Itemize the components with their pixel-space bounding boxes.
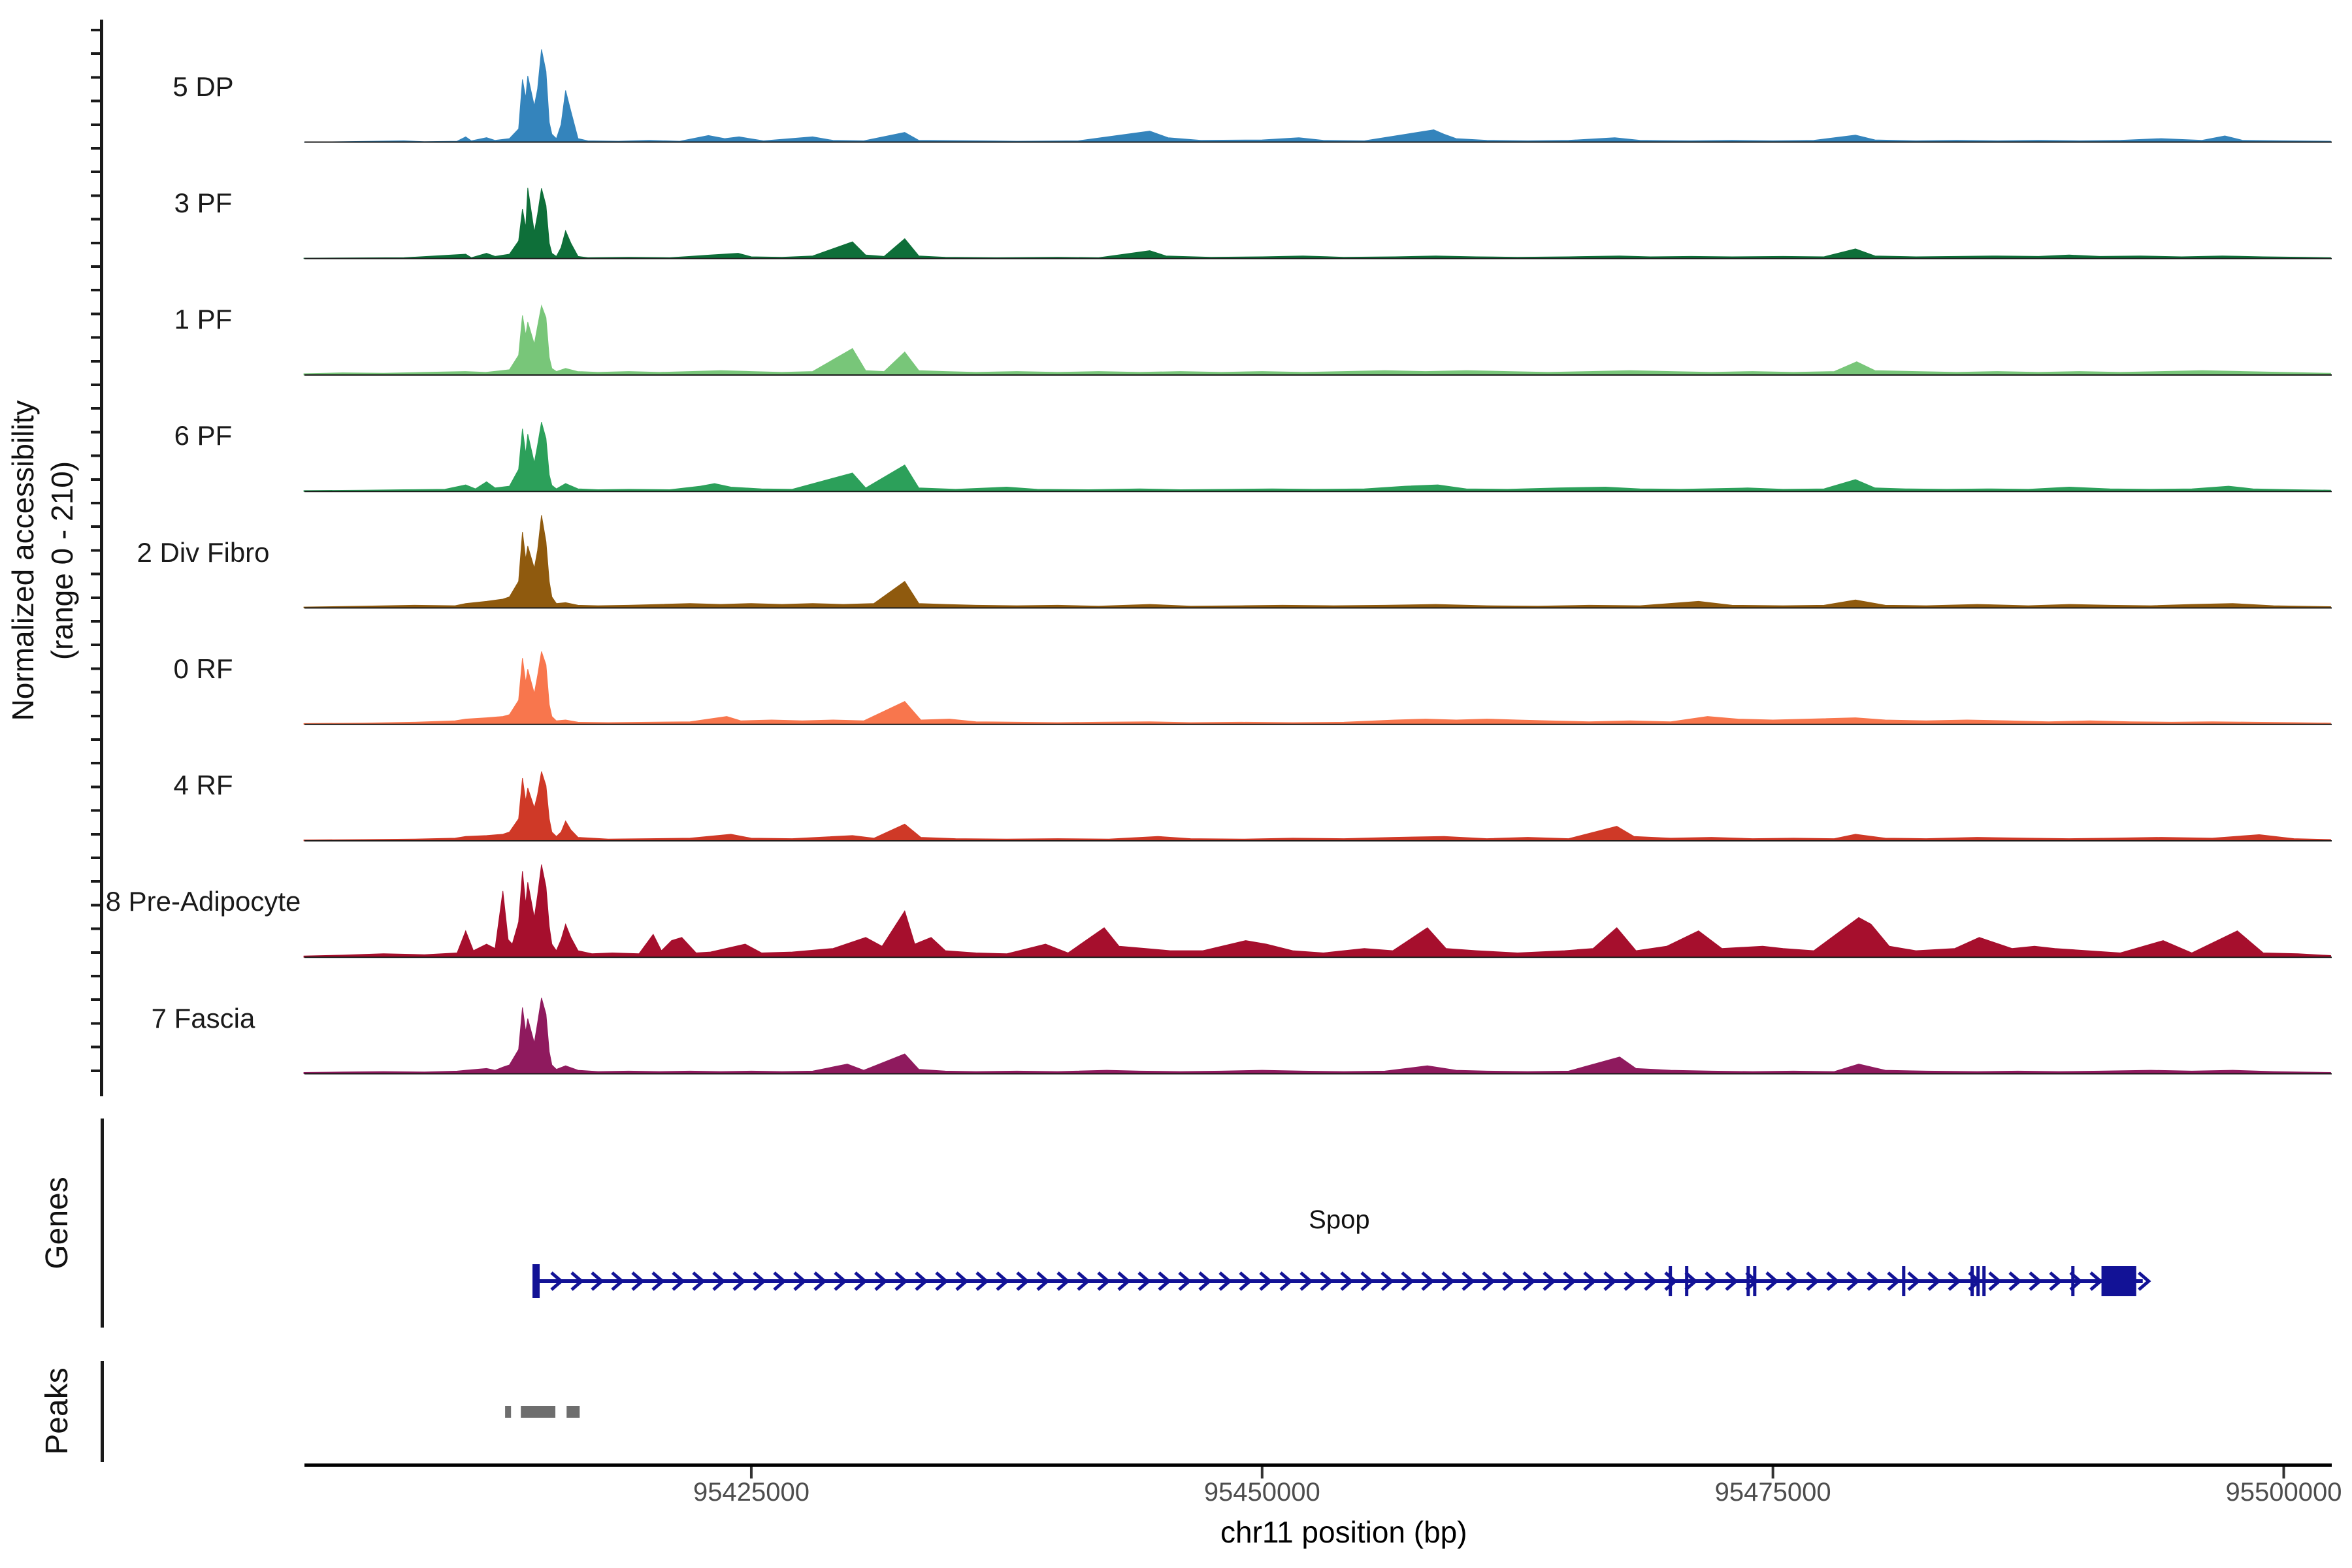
coverage-plot-canvas xyxy=(0,0,2352,1568)
x-axis-tick xyxy=(1772,1467,1774,1478)
gene-exon-tick xyxy=(1976,1266,1980,1296)
gene-exon-tick xyxy=(1902,1266,1905,1296)
x-tick-label-95475000: 95475000 xyxy=(1669,1478,1878,1507)
track-label-4-rf: 4 RF xyxy=(103,768,303,803)
track-label-3-pf: 3 PF xyxy=(103,186,303,221)
gene-exon-tick xyxy=(1669,1266,1672,1296)
track-label-7-fascia: 7 Fascia xyxy=(103,1001,303,1036)
coverage-signal-6-pf xyxy=(304,422,2330,491)
x-axis-tick xyxy=(750,1467,753,1478)
x-tick-label-95450000: 95450000 xyxy=(1158,1478,1367,1507)
peak-interval xyxy=(521,1406,555,1418)
peak-interval xyxy=(505,1406,511,1418)
track-label-6-pf: 6 PF xyxy=(103,418,303,453)
coverage-signal-0-rf xyxy=(304,651,2330,725)
gene-exon-tick xyxy=(1685,1266,1688,1296)
coverage-signal-2-div-fibro xyxy=(304,515,2330,608)
x-tick-label-95425000: 95425000 xyxy=(647,1478,856,1507)
gene-exon-tick xyxy=(2071,1266,2074,1296)
gene-start-exon xyxy=(532,1264,540,1298)
gene-exon-tick xyxy=(1753,1266,1756,1296)
gene-terminal-exon xyxy=(2102,1266,2136,1296)
track-label-5-dp: 5 DP xyxy=(103,69,303,105)
coverage-signal-1-pf xyxy=(304,306,2330,375)
x-axis-line xyxy=(304,1463,2332,1467)
track-label-8-pre-adipocyte: 8 Pre-Adipocyte xyxy=(103,884,303,919)
gene-exon-tick xyxy=(1982,1266,1985,1296)
gene-exon-tick xyxy=(1970,1266,1974,1296)
track-label-0-rf: 0 RF xyxy=(103,651,303,687)
coverage-signal-8-pre-adipocyte xyxy=(304,864,2330,957)
coverage-signal-5-dp xyxy=(304,50,2330,142)
gene-body-line xyxy=(536,1279,2143,1283)
x-tick-label-95500000: 95500000 xyxy=(2180,1478,2352,1507)
track-label-2-div-fibro: 2 Div Fibro xyxy=(103,535,303,570)
x-axis-tick xyxy=(2283,1467,2285,1478)
x-axis-tick xyxy=(1261,1467,1264,1478)
coverage-signal-4-rf xyxy=(304,772,2330,841)
coverage-signal-3-pf xyxy=(304,188,2330,259)
track-label-1-pf: 1 PF xyxy=(103,302,303,337)
coverage-signal-7-fascia xyxy=(304,998,2330,1073)
gene-exon-tick xyxy=(1746,1266,1750,1296)
peak-interval xyxy=(566,1406,580,1418)
